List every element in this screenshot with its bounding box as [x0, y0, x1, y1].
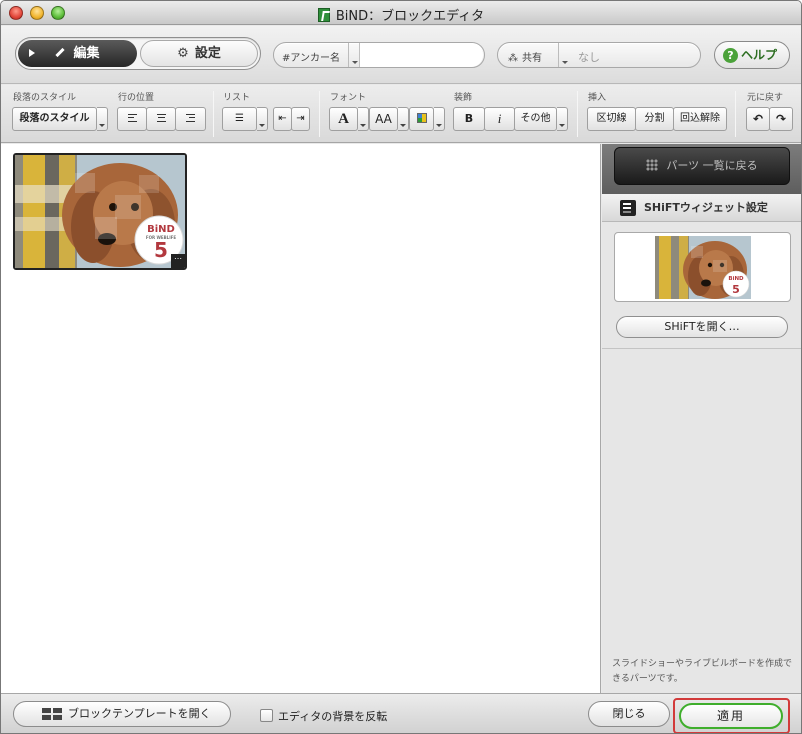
paragraph-style-group-label: 段落のスタイル — [13, 93, 77, 103]
grid-icon — [646, 159, 659, 171]
help-icon: ? — [723, 48, 738, 63]
wrap-remove-button[interactable]: 回込解除 — [673, 107, 727, 131]
insert-group-label: 挿入 — [588, 93, 607, 103]
edit-mode-button[interactable]: 編集 — [18, 40, 137, 67]
help-label: ヘルプ — [741, 48, 778, 62]
decoration-group-label: 装飾 — [454, 93, 473, 103]
indent-button[interactable]: ⇥ — [291, 107, 310, 131]
help-button[interactable]: ? ヘルプ — [714, 41, 790, 69]
open-block-template-button[interactable]: ブロックテンプレートを開く — [13, 701, 231, 727]
shift-widget-icon — [620, 200, 636, 216]
other-decoration-button[interactable]: その他 — [514, 107, 557, 131]
bottom-bar: ブロックテンプレートを開く エディタの背景を反転 閉じる 適用 — [1, 693, 801, 733]
panel-divider — [602, 348, 801, 349]
paragraph-style-dropdown-icon[interactable] — [97, 107, 108, 131]
invert-background-label: エディタの背景を反転 — [278, 710, 388, 723]
indent-icon: ⇥ — [296, 113, 305, 124]
font-group-label: フォント — [330, 93, 367, 103]
toolbar-separator — [735, 91, 736, 137]
other-decoration-dropdown-icon[interactable] — [557, 107, 568, 131]
bold-button[interactable]: B — [453, 107, 485, 131]
svg-text:BiND: BiND — [728, 276, 744, 282]
align-center-button[interactable] — [146, 107, 176, 131]
italic-button[interactable]: i — [484, 107, 515, 131]
back-to-parts-label: パーツ 一覧に戻る — [666, 159, 758, 172]
align-right-button[interactable] — [175, 107, 206, 131]
window-title: BiND：ブロックエディタ — [335, 9, 485, 24]
shift-widget-settings-header: SHiFTウィジェット設定 — [602, 194, 801, 222]
setting-mode-label: 設定 — [194, 46, 221, 61]
undo-button[interactable]: ↶ — [746, 107, 770, 131]
share-selector[interactable]: ⁂ 共有 なし — [497, 42, 701, 68]
align-center-icon — [156, 114, 166, 122]
shift-preview: BiND 5 — [614, 232, 791, 302]
invert-background-checkbox[interactable] — [260, 709, 273, 722]
editor-canvas[interactable]: BiND FOR WEBLIFE 5 ⋯ — [1, 144, 601, 693]
split-button[interactable]: 分割 — [635, 107, 674, 131]
share-dropdown-arrow-icon[interactable] — [558, 43, 570, 67]
paragraph-style-button[interactable]: 段落のスタイル — [12, 107, 97, 131]
play-triangle-icon — [29, 49, 35, 57]
divider-line-button[interactable]: 区切線 — [587, 107, 636, 131]
align-left-icon — [127, 114, 137, 122]
panel-description: スライドショーやライブビルボードを作成できるパーツです。 — [612, 659, 793, 684]
list-group-label: リスト — [223, 93, 251, 103]
bind-logo-text: BiND — [147, 224, 175, 235]
title-bar: BiND：ブロックエディタ — [1, 1, 801, 25]
anchor-name-input[interactable] — [359, 43, 483, 67]
redo-button[interactable]: ↷ — [769, 107, 793, 131]
bind-app-icon — [317, 8, 330, 22]
setting-mode-button[interactable]: ⚙ 設定 — [140, 40, 258, 67]
parts-panel: パーツ 一覧に戻る SHiFTウィジェット設定 BiND 5 SHiFTを開く…… — [602, 144, 801, 693]
format-toolbar: 段落のスタイル 段落のスタイル 行の位置 リスト ☰ ⇤ ⇥ フォント A AA… — [1, 85, 801, 143]
bullet-list-icon: ☰ — [235, 113, 244, 124]
apply-button[interactable]: 適用 — [679, 703, 783, 729]
share-label: 共有 — [522, 53, 542, 64]
list-style-dropdown-icon[interactable] — [257, 107, 268, 131]
font-size-button[interactable]: A — [329, 107, 358, 131]
shift-widget-block[interactable]: BiND FOR WEBLIFE 5 ⋯ — [13, 153, 187, 270]
list-style-button[interactable]: ☰ — [222, 107, 257, 131]
panel-header: パーツ 一覧に戻る — [602, 144, 801, 194]
outdent-button[interactable]: ⇤ — [273, 107, 292, 131]
shift-widget-settings-title: SHiFTウィジェット設定 — [644, 201, 768, 214]
back-to-parts-list-button[interactable]: パーツ 一覧に戻る — [614, 147, 790, 185]
widget-settings-badge-icon[interactable]: ⋯ — [171, 254, 185, 268]
block-editor-window: BiND：ブロックエディタ 編集 ⚙ 設定 #アンカー名 ⁂ 共有 なし ? ヘルプ … — [0, 0, 802, 734]
window-title-wrap: BiND：ブロックエディタ — [1, 5, 801, 24]
line-position-group-label: 行の位置 — [118, 93, 155, 103]
share-icon: ⁂ — [508, 53, 518, 64]
open-block-template-label: ブロックテンプレートを開く — [68, 707, 211, 720]
template-grid-icon — [42, 708, 62, 720]
font-color-button[interactable] — [409, 107, 434, 131]
toolbar-separator — [577, 91, 578, 137]
font-family-button[interactable]: AA — [369, 107, 398, 131]
align-left-button[interactable] — [117, 107, 147, 131]
toolbar-separator — [213, 91, 214, 137]
pencil-icon — [55, 47, 66, 58]
share-value: なし — [578, 51, 600, 64]
undo-group-label: 元に戻す — [747, 93, 784, 103]
align-right-icon — [186, 114, 195, 122]
font-color-dropdown-icon[interactable] — [434, 107, 445, 131]
close-button[interactable]: 閉じる — [588, 701, 670, 727]
mode-segmented-control: 編集 ⚙ 設定 — [15, 37, 261, 70]
outdent-icon: ⇤ — [278, 113, 287, 124]
toolbar-separator — [319, 91, 320, 137]
svg-text:5: 5 — [732, 283, 740, 296]
color-swatch-icon — [416, 113, 427, 123]
font-size-dropdown-icon[interactable] — [358, 107, 369, 131]
open-shift-button[interactable]: SHiFTを開く… — [616, 316, 788, 338]
edit-mode-label: 編集 — [73, 46, 100, 61]
gear-icon: ⚙ — [177, 46, 189, 61]
apply-highlight-frame: 適用 — [673, 698, 790, 733]
font-family-dropdown-icon[interactable] — [398, 107, 409, 131]
dog-photo-preview: BiND 5 — [655, 236, 751, 299]
share-label-wrap: ⁂ 共有 — [508, 49, 542, 64]
anchor-label: #アンカー名 — [282, 53, 340, 64]
